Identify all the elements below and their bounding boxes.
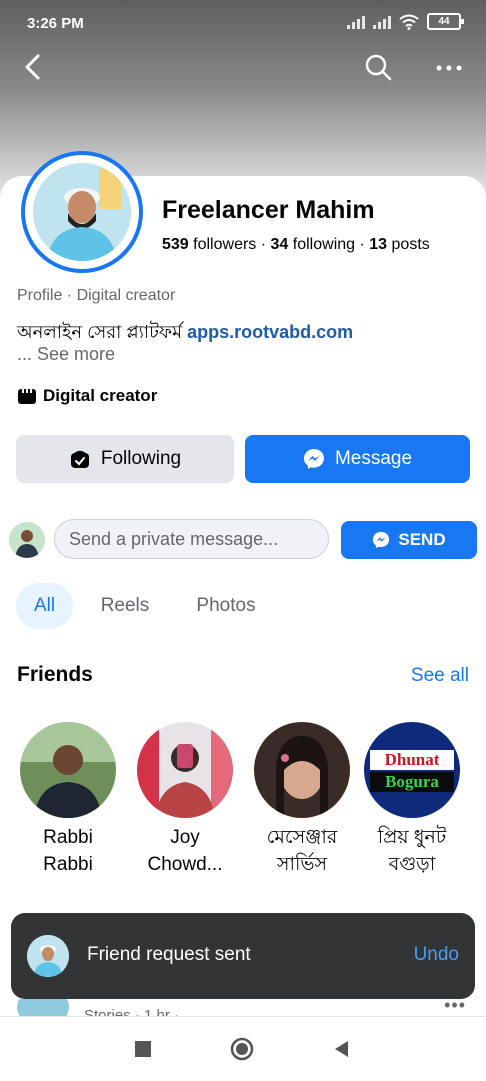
private-message-input[interactable] — [55, 520, 328, 558]
toast-avatar — [27, 935, 69, 977]
profile-subline: Profile · Digital creator — [17, 287, 176, 304]
friend-pic-text-1: Dhunat — [370, 750, 454, 770]
category-label: Digital creator — [43, 386, 158, 405]
signal-icon — [347, 15, 365, 29]
friend-name[interactable]: মেসেঞ্জার সার্ভিস — [252, 824, 352, 878]
back-arrow-icon[interactable] — [18, 52, 48, 82]
search-icon[interactable] — [363, 52, 393, 82]
friend-name[interactable]: প্রিয় ধুনট বগুড়া — [362, 824, 462, 878]
friend-avatar[interactable] — [20, 722, 116, 818]
post-more-icon[interactable]: ••• — [444, 999, 466, 1016]
message-label: Message — [334, 448, 413, 469]
creator-icon — [18, 389, 36, 404]
friend-avatar[interactable] — [137, 722, 233, 818]
posts-count: 13 — [369, 236, 388, 253]
profile-avatar[interactable] — [21, 151, 143, 273]
friend-item[interactable]: Rabbi Rabbi — [18, 722, 118, 878]
following-label: Following — [100, 448, 182, 469]
following-count[interactable]: 34 — [271, 236, 289, 253]
posts-label: posts — [391, 236, 430, 253]
friend-name[interactable]: Joy Chowd... — [135, 824, 235, 878]
friend-item[interactable]: Joy Chowd... — [135, 722, 235, 878]
private-message-field[interactable] — [54, 519, 329, 559]
system-nav-bar — [0, 1016, 486, 1081]
bio-text: অনলাইন সেরা প্ল্যাটফর্ম — [17, 322, 183, 342]
tab-all[interactable]: All — [16, 583, 73, 629]
profile-stats: 539 followers · 34 following · 13 posts — [162, 236, 430, 253]
friend-item[interactable]: মেসেঞ্জার সার্ভিস — [252, 722, 352, 878]
messenger-send-icon — [373, 531, 390, 549]
status-bar: 3:26 PM 44 — [0, 0, 486, 46]
more-options-icon[interactable] — [434, 52, 464, 82]
see-more-link[interactable]: ... See more — [17, 344, 115, 365]
following-label[interactable]: following — [293, 236, 355, 253]
messenger-icon — [303, 449, 324, 469]
send-label: SEND — [398, 530, 446, 549]
following-button[interactable]: Following — [16, 435, 234, 483]
avatar-person-icon — [33, 163, 131, 261]
see-all-friends-link[interactable]: See all — [411, 665, 469, 687]
category-row: Digital creator — [17, 386, 157, 406]
tab-reels[interactable]: Reels — [90, 583, 160, 629]
recent-apps-icon[interactable] — [131, 1037, 155, 1061]
tab-photos[interactable]: Photos — [184, 583, 268, 629]
signal-2-icon — [373, 15, 391, 29]
wifi-icon — [399, 14, 419, 30]
undo-button[interactable]: Undo — [414, 944, 459, 966]
status-time: 3:26 PM — [27, 15, 84, 32]
top-bar — [0, 50, 486, 86]
friend-pic-text-2: Bogura — [370, 772, 454, 792]
post-author-avatar[interactable] — [17, 999, 69, 1017]
toast-message: Friend request sent — [87, 944, 251, 965]
bio-link[interactable]: apps.rootvabd.com — [187, 322, 353, 342]
toast-notification: Friend request sent Undo — [11, 913, 475, 999]
message-button[interactable]: Message — [245, 435, 470, 483]
profile-name: Freelancer Mahim — [162, 196, 375, 224]
my-avatar — [9, 522, 45, 558]
battery-icon: 44 — [427, 13, 464, 30]
friend-avatar[interactable] — [254, 722, 350, 818]
followers-count[interactable]: 539 — [162, 236, 189, 253]
post-peek: Stories · 1 hr · ••• — [0, 999, 486, 1017]
back-nav-icon[interactable] — [330, 1037, 354, 1061]
friend-name[interactable]: Rabbi Rabbi — [18, 824, 118, 878]
send-button[interactable]: SEND — [341, 521, 477, 559]
followers-label[interactable]: followers — [193, 236, 256, 253]
friend-item[interactable]: Dhunat Bogura প্রিয় ধুনট বগুড়া — [362, 722, 462, 878]
friend-avatar[interactable]: Dhunat Bogura — [364, 722, 460, 818]
friends-title: Friends — [17, 663, 93, 686]
following-check-icon — [70, 450, 89, 468]
home-icon[interactable] — [230, 1037, 254, 1061]
